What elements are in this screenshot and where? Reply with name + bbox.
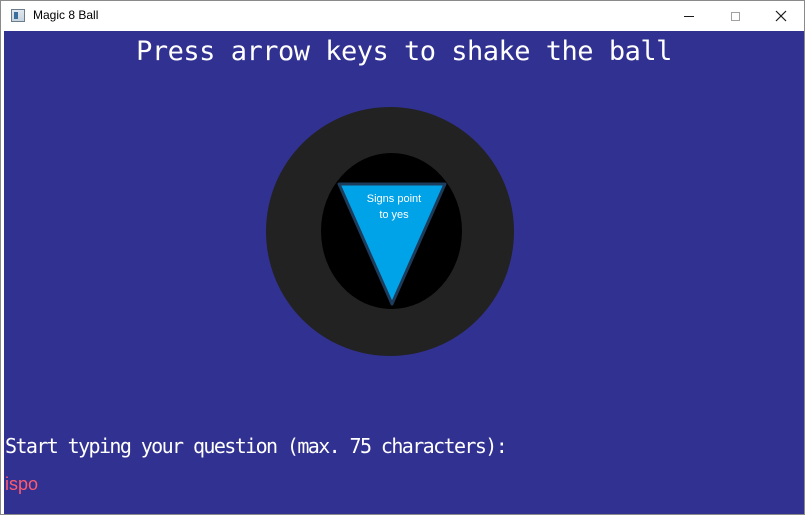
game-canvas[interactable]: Press arrow keys to shake the ball Signs…: [4, 31, 804, 514]
maximize-icon: [730, 11, 740, 21]
minimize-icon: [684, 15, 694, 17]
app-window: Magic 8 Ball Press arrow keys to shake t…: [0, 0, 805, 515]
close-icon: [775, 10, 787, 22]
maximize-button[interactable]: [712, 1, 758, 31]
answer-text: Signs point to yes: [354, 191, 434, 223]
instructions-heading: Press arrow keys to shake the ball: [136, 36, 672, 67]
close-button[interactable]: [758, 1, 804, 31]
minimize-button[interactable]: [666, 1, 712, 31]
answer-line-2: to yes: [379, 209, 409, 221]
title-bar[interactable]: Magic 8 Ball: [1, 1, 804, 31]
app-window-icon: [11, 9, 25, 22]
question-input[interactable]: ispo: [5, 474, 38, 495]
answer-line-1: Signs point: [366, 193, 422, 205]
question-prompt: Start typing your question (max. 75 char…: [5, 434, 508, 458]
window-title: Magic 8 Ball: [33, 8, 99, 22]
